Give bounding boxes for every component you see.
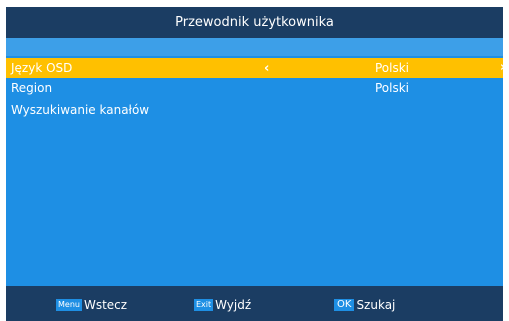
wizard-screen: Przewodnik użytkownika Język OSD ‹ Polsk… xyxy=(0,0,509,321)
hint-menu-back[interactable]: Menu Wstecz xyxy=(56,298,127,312)
row-channel-search[interactable]: Wyszukiwanie kanałów xyxy=(6,100,503,120)
row-value: Polski xyxy=(375,81,410,95)
top-stripe xyxy=(6,38,503,56)
hint-label: Wyjdź xyxy=(215,298,252,312)
row-label: Region xyxy=(11,81,53,95)
hint-exit[interactable]: Exit Wyjdź xyxy=(194,298,251,312)
chevron-left-icon[interactable]: ‹ xyxy=(264,61,269,76)
chevron-right-icon[interactable]: › xyxy=(500,60,505,75)
ok-key-icon: OK xyxy=(334,299,355,311)
exit-key-icon: Exit xyxy=(194,299,214,311)
footer-bar: Menu Wstecz Exit Wyjdź OK Szukaj xyxy=(6,286,503,321)
settings-panel: Język OSD ‹ Polski › Region Polski Wyszu… xyxy=(6,38,505,286)
hint-label: Wstecz xyxy=(83,298,128,312)
row-label: Wyszukiwanie kanałów xyxy=(11,103,150,117)
row-osd-language[interactable]: Język OSD ‹ Polski › xyxy=(6,58,505,78)
page-title: Przewodnik użytkownika xyxy=(175,15,334,30)
menu-key-icon: Menu xyxy=(56,299,82,311)
row-label: Język OSD xyxy=(11,61,73,75)
hint-label: Szukaj xyxy=(356,298,396,312)
row-region[interactable]: Region Polski xyxy=(6,78,503,98)
header-bar: Przewodnik użytkownika xyxy=(6,7,503,38)
hint-ok-search[interactable]: OK Szukaj xyxy=(334,298,395,312)
row-value: Polski xyxy=(375,61,410,75)
